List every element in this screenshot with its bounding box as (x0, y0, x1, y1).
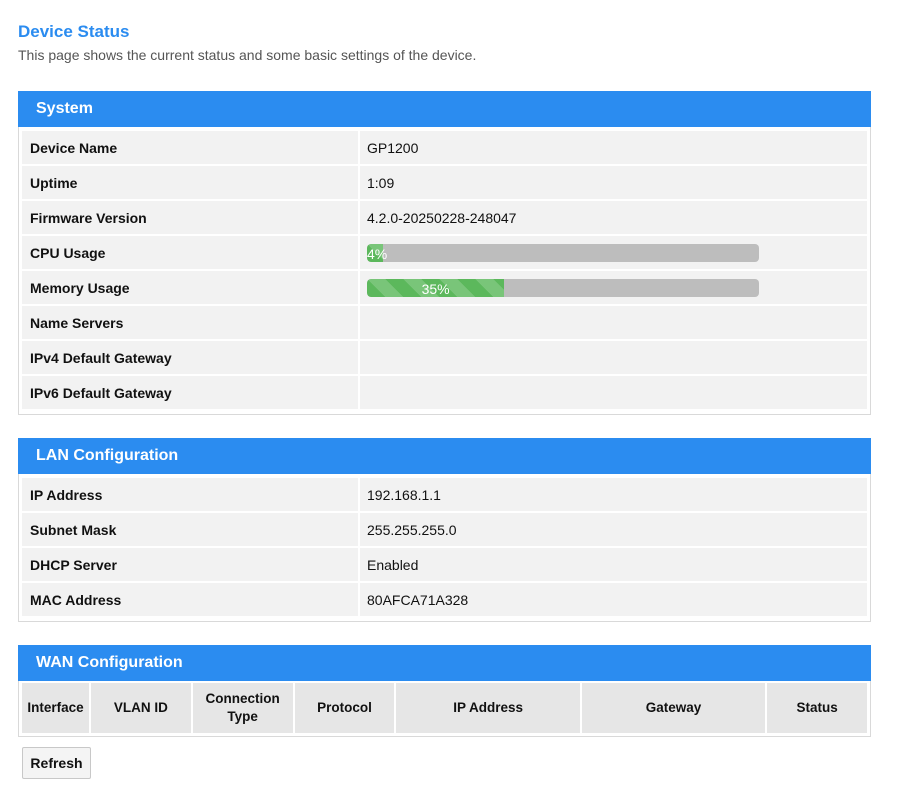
lan-table: IP Address 192.168.1.1 Subnet Mask 255.2… (22, 476, 867, 618)
system-body: Device Name GP1200 Uptime 1:09 Firmware … (18, 127, 871, 415)
table-row: Device Name GP1200 (22, 131, 867, 164)
mac-address-value: 80AFCA71A328 (360, 583, 867, 616)
lan-section: LAN Configuration IP Address 192.168.1.1… (18, 438, 871, 622)
table-row: Name Servers (22, 306, 867, 339)
mac-address-label: MAC Address (22, 583, 360, 616)
wan-section: WAN Configuration Interface VLAN ID Conn… (18, 645, 871, 737)
ipv4-gateway-label: IPv4 Default Gateway (22, 341, 360, 374)
wan-table: Interface VLAN ID Connection Type Protoc… (20, 683, 869, 733)
name-servers-value (360, 306, 867, 339)
device-name-value: GP1200 (360, 131, 867, 164)
ipv6-gateway-label: IPv6 Default Gateway (22, 376, 360, 409)
cpu-usage-bar: 4% (367, 243, 759, 262)
table-row: Uptime 1:09 (22, 166, 867, 199)
table-row: DHCP Server Enabled (22, 548, 867, 581)
name-servers-label: Name Servers (22, 306, 360, 339)
system-section: System Device Name GP1200 Uptime 1:09 Fi… (18, 91, 871, 415)
page-title: Device Status (18, 22, 130, 41)
wan-col-gateway: Gateway (581, 683, 766, 733)
table-row: Firmware Version 4.2.0-20250228-248047 (22, 201, 867, 234)
lan-body: IP Address 192.168.1.1 Subnet Mask 255.2… (18, 474, 871, 622)
subnet-mask-label: Subnet Mask (22, 513, 360, 546)
wan-col-ip-address: IP Address (396, 683, 580, 733)
wan-col-status: Status (767, 683, 867, 733)
wan-col-vlan-id: VLAN ID (90, 683, 191, 733)
firmware-version-label: Firmware Version (22, 201, 360, 234)
memory-usage-label: Memory Usage (22, 271, 360, 304)
firmware-version-value: 4.2.0-20250228-248047 (360, 201, 867, 234)
lan-header: LAN Configuration (18, 438, 871, 474)
system-header: System (18, 91, 871, 127)
wan-col-interface: Interface (22, 683, 89, 733)
table-row: IP Address 192.168.1.1 (22, 478, 867, 511)
uptime-label: Uptime (22, 166, 360, 199)
dhcp-server-label: DHCP Server (22, 548, 360, 581)
cpu-usage-label: CPU Usage (22, 236, 360, 269)
subnet-mask-value: 255.255.255.0 (360, 513, 867, 546)
dhcp-server-value: Enabled (360, 548, 867, 581)
table-row: MAC Address 80AFCA71A328 (22, 583, 867, 616)
table-row: IPv4 Default Gateway (22, 341, 867, 374)
table-row: Memory Usage 35% (22, 271, 867, 304)
page-description: This page shows the current status and s… (18, 47, 477, 63)
cpu-usage-fill: 4% (367, 243, 388, 262)
refresh-button[interactable]: Refresh (22, 747, 91, 779)
ipv4-gateway-value (360, 341, 867, 374)
wan-header-row: Interface VLAN ID Connection Type Protoc… (22, 683, 867, 733)
cpu-usage-cell: 4% (360, 236, 867, 269)
ipv6-gateway-value (360, 376, 867, 409)
system-table: Device Name GP1200 Uptime 1:09 Firmware … (22, 129, 867, 411)
lan-ip-value: 192.168.1.1 (360, 478, 867, 511)
table-row: IPv6 Default Gateway (22, 376, 867, 409)
wan-body: Interface VLAN ID Connection Type Protoc… (18, 681, 871, 737)
device-name-label: Device Name (22, 131, 360, 164)
memory-usage-bar: 35% (367, 278, 759, 297)
wan-col-protocol: Protocol (294, 683, 395, 733)
wan-header: WAN Configuration (18, 645, 871, 681)
wan-col-connection-type: Connection Type (192, 683, 293, 733)
device-status-page: Device Status This page shows the curren… (18, 22, 871, 64)
table-row: CPU Usage 4% (22, 236, 867, 269)
memory-usage-cell: 35% (360, 271, 867, 304)
lan-ip-label: IP Address (22, 478, 360, 511)
uptime-value: 1:09 (360, 166, 867, 199)
memory-usage-fill: 35% (367, 278, 505, 297)
table-row: Subnet Mask 255.255.255.0 (22, 513, 867, 546)
